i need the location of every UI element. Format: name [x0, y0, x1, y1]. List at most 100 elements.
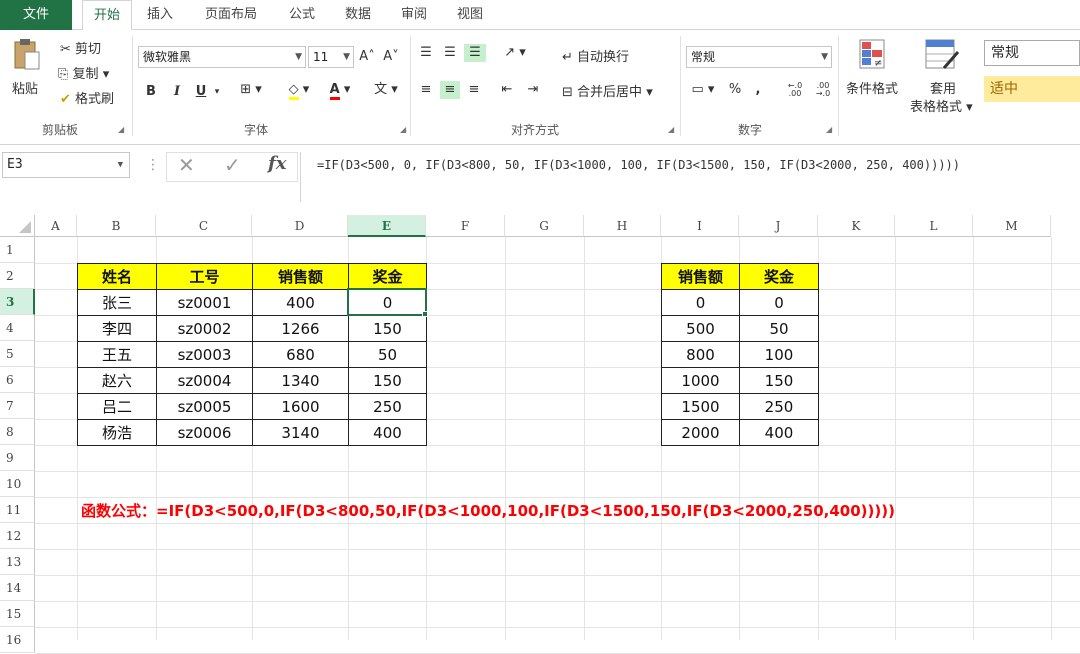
- number-format-select[interactable]: 常规 ▼: [686, 46, 832, 68]
- row-header-12[interactable]: 12: [0, 523, 35, 549]
- table1-cell[interactable]: 250: [348, 393, 427, 420]
- column-header-c[interactable]: C: [156, 215, 252, 237]
- table2-cell[interactable]: 800: [661, 341, 740, 368]
- table1-cell[interactable]: 3140: [252, 419, 349, 446]
- table1-cell[interactable]: sz0002: [156, 315, 253, 342]
- row-header-6[interactable]: 6: [0, 367, 35, 393]
- paste-icon[interactable]: [12, 38, 40, 70]
- style-normal[interactable]: 常规: [984, 40, 1080, 66]
- table1-cell[interactable]: 张三: [77, 289, 157, 316]
- column-header-l[interactable]: L: [895, 215, 973, 237]
- column-header-j[interactable]: J: [739, 215, 818, 237]
- paste-button[interactable]: 粘贴: [12, 78, 38, 97]
- row-header-10[interactable]: 10: [0, 471, 35, 497]
- clipboard-launcher-icon[interactable]: ◢: [118, 125, 124, 134]
- table2-header-cell[interactable]: 销售额: [661, 263, 740, 290]
- table1-cell[interactable]: 150: [348, 367, 427, 394]
- table-format-label-2[interactable]: 表格格式 ▾: [910, 96, 973, 115]
- row-header-2[interactable]: 2: [0, 263, 35, 289]
- font-name-select[interactable]: 微软雅黑 ▼: [138, 46, 306, 68]
- phonetic-icon[interactable]: 文 ▾: [368, 81, 404, 99]
- name-box[interactable]: E3 ▼: [2, 152, 130, 178]
- table-format-button[interactable]: 套用: [930, 78, 956, 97]
- row-header-14[interactable]: 14: [0, 575, 35, 601]
- increase-decimal-icon[interactable]: ←.0.00: [784, 82, 806, 98]
- tab-review[interactable]: 审阅: [394, 0, 434, 30]
- font-size-select[interactable]: 11 ▼: [308, 46, 354, 68]
- table1-cell[interactable]: 李四: [77, 315, 157, 342]
- tab-insert[interactable]: 插入: [140, 0, 180, 30]
- fill-handle[interactable]: [422, 311, 428, 317]
- percent-button[interactable]: %: [726, 81, 744, 99]
- currency-icon[interactable]: ▭ ▾: [686, 81, 720, 99]
- row-header-9[interactable]: 9: [0, 445, 35, 471]
- borders-icon[interactable]: ⊞ ▾: [234, 81, 268, 99]
- copy-button[interactable]: ⎘ 复制 ▾: [58, 63, 109, 82]
- select-all-corner[interactable]: [0, 215, 35, 237]
- column-header-d[interactable]: D: [252, 215, 348, 237]
- enter-icon[interactable]: ✓: [224, 153, 241, 177]
- table2-cell[interactable]: 0: [739, 289, 819, 316]
- font-color-icon[interactable]: A ▾: [322, 81, 358, 100]
- table1-header-cell[interactable]: 销售额: [252, 263, 349, 290]
- merge-center-button[interactable]: ⊟ 合并后居中 ▾: [562, 81, 653, 100]
- column-header-e[interactable]: E: [348, 215, 426, 237]
- insert-function-button[interactable]: fx: [268, 153, 286, 174]
- style-medium[interactable]: 适中: [984, 76, 1080, 102]
- table1-cell[interactable]: 吕二: [77, 393, 157, 420]
- align-left-icon[interactable]: ≡: [416, 81, 436, 99]
- table2-cell[interactable]: 400: [739, 419, 819, 446]
- table2-cell[interactable]: 0: [661, 289, 740, 316]
- table2-cell[interactable]: 100: [739, 341, 819, 368]
- table2-cell[interactable]: 250: [739, 393, 819, 420]
- worksheet-grid[interactable]: ABCDEFGHIJKLM 1 2 3 4 5 6 7 8 9 10 11 12 13 14 15 16 姓名…: [0, 215, 1080, 654]
- table2-cell[interactable]: 1000: [661, 367, 740, 394]
- table1-cell[interactable]: 杨浩: [77, 419, 157, 446]
- formula-input[interactable]: =IF(D3<500, 0, IF(D3<800, 50, IF(D3<1000…: [300, 152, 1080, 202]
- table1-cell[interactable]: 680: [252, 341, 349, 368]
- align-middle-icon[interactable]: ☰: [440, 44, 460, 62]
- align-right-icon[interactable]: ≡: [464, 81, 484, 99]
- column-header-i[interactable]: I: [661, 215, 739, 237]
- cut-button[interactable]: ✂ 剪切: [60, 38, 101, 57]
- alignment-launcher-icon[interactable]: ◢: [668, 125, 674, 134]
- chevron-down-icon[interactable]: ▾: [212, 83, 222, 101]
- table1-cell[interactable]: sz0006: [156, 419, 253, 446]
- decrease-indent-icon[interactable]: ⇤: [496, 81, 518, 99]
- table2-cell[interactable]: 500: [661, 315, 740, 342]
- bold-button[interactable]: B: [144, 83, 158, 101]
- row-header-5[interactable]: 5: [0, 341, 35, 367]
- table1-header-cell[interactable]: 姓名: [77, 263, 157, 290]
- cancel-icon[interactable]: ✕: [178, 153, 195, 177]
- table1-cell[interactable]: sz0001: [156, 289, 253, 316]
- conditional-format-icon[interactable]: ≠: [858, 38, 888, 72]
- increase-indent-icon[interactable]: ⇥: [522, 81, 544, 99]
- increase-font-icon[interactable]: A˄: [358, 48, 376, 66]
- column-header-m[interactable]: M: [973, 215, 1051, 237]
- tab-home[interactable]: 开始: [82, 0, 132, 31]
- table1-cell[interactable]: 赵六: [77, 367, 157, 394]
- table1-cell[interactable]: sz0004: [156, 367, 253, 394]
- column-header-k[interactable]: K: [818, 215, 895, 237]
- italic-button[interactable]: I: [170, 83, 184, 101]
- tab-formulas[interactable]: 公式: [282, 0, 322, 30]
- column-header-a[interactable]: A: [35, 215, 77, 237]
- row-header-13[interactable]: 13: [0, 549, 35, 575]
- wrap-text-button[interactable]: ↵ 自动换行: [562, 46, 629, 65]
- decrease-decimal-icon[interactable]: .00 →.0: [812, 82, 834, 98]
- underline-button[interactable]: U: [194, 83, 208, 101]
- row-header-3[interactable]: 3: [0, 289, 35, 315]
- column-header-g[interactable]: G: [505, 215, 584, 237]
- orientation-icon[interactable]: ↗ ▾: [498, 44, 532, 62]
- number-launcher-icon[interactable]: ◢: [826, 125, 832, 134]
- row-header-7[interactable]: 7: [0, 393, 35, 419]
- table1-cell[interactable]: 王五: [77, 341, 157, 368]
- row-header-1[interactable]: 1: [0, 237, 35, 263]
- font-launcher-icon[interactable]: ◢: [400, 125, 406, 134]
- table1-cell[interactable]: 400: [252, 289, 349, 316]
- align-bottom-icon[interactable]: ☰: [464, 44, 486, 62]
- column-header-b[interactable]: B: [77, 215, 156, 237]
- row-header-16[interactable]: 16: [0, 627, 35, 653]
- table2-header-cell[interactable]: 奖金: [739, 263, 819, 290]
- column-header-h[interactable]: H: [584, 215, 661, 237]
